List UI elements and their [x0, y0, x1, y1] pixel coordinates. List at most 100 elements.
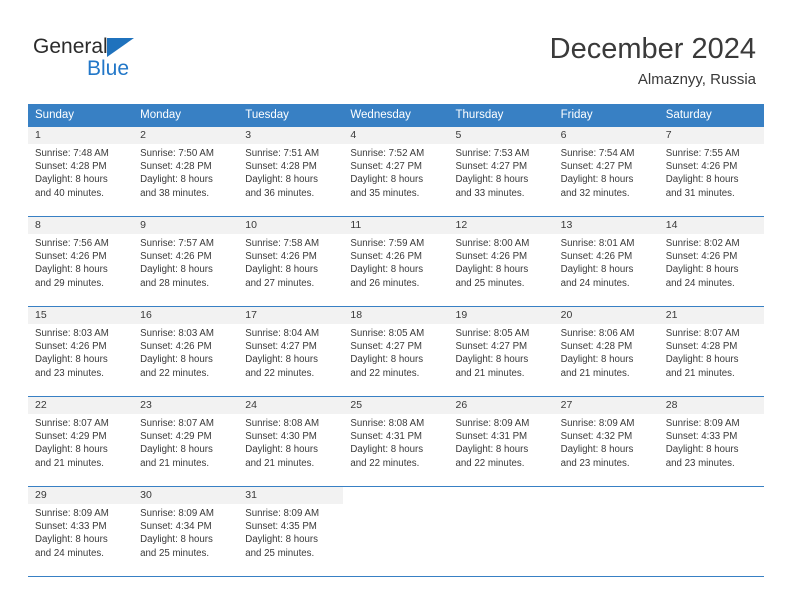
- day-number: [553, 487, 659, 504]
- day-cell[interactable]: 2 Sunrise: 7:50 AM Sunset: 4:28 PM Daylight…: [133, 127, 239, 216]
- day-number: 31: [238, 487, 344, 504]
- daylight-1-text: Daylight: 8 hours: [245, 444, 318, 456]
- day-cell[interactable]: 27 Sunrise: 8:09 AM Sunset: 4:32 PM Dayligh…: [553, 397, 659, 486]
- daylight-1-text: Daylight: 8 hours: [140, 354, 213, 366]
- day-number: 25: [343, 397, 449, 414]
- day-cell[interactable]: 29 Sunrise: 8:09 AM Sunset: 4:33 PM Dayligh…: [28, 487, 134, 576]
- sunset-text: Sunset: 4:26 PM: [560, 251, 633, 263]
- day-cell[interactable]: 12 Sunrise: 8:00 AM Sunset: 4:26 PM Dayligh…: [448, 217, 554, 306]
- week-row: 22 Sunrise: 8:07 AM Sunset: 4:29 PM Dayligh…: [28, 396, 764, 486]
- calendar-grid: Sunday Monday Tuesday Wednesday Thursday Frid…: [28, 104, 764, 577]
- day-number: 21: [658, 307, 764, 324]
- daylight-2-text: and 22 minutes.: [245, 367, 315, 379]
- weekday-header-monday: Monday: [140, 109, 182, 121]
- daylight-2-text: and 24 minutes.: [665, 277, 735, 289]
- day-number: 4: [343, 127, 449, 144]
- day-cell[interactable]: 22 Sunrise: 8:07 AM Sunset: 4:29 PM Dayligh…: [28, 397, 134, 486]
- daylight-2-text: and 22 minutes.: [350, 457, 420, 469]
- day-info: Sunrise: 8:08 AM Sunset: 4:30 PM Daylight:…: [238, 414, 343, 470]
- day-info: Sunrise: 8:05 AM Sunset: 4:27 PM Daylight:…: [449, 324, 554, 380]
- sunset-text: Sunset: 4:27 PM: [560, 161, 633, 173]
- week-row: 15 Sunrise: 8:03 AM Sunset: 4:26 PM Dayligh…: [28, 306, 764, 396]
- day-info: Sunrise: 7:58 AM Sunset: 4:26 PM Daylight:…: [238, 234, 343, 290]
- logo-triangle-icon: [107, 38, 134, 57]
- daylight-2-text: and 36 minutes.: [245, 187, 315, 199]
- day-cell[interactable]: 21 Sunrise: 8:07 AM Sunset: 4:28 PM Dayligh…: [658, 307, 764, 396]
- day-cell[interactable]: 8 Sunrise: 7:56 AM Sunset: 4:26 PM Daylight…: [28, 217, 134, 306]
- daylight-1-text: Daylight: 8 hours: [665, 264, 739, 276]
- sunrise-text: Sunrise: 7:50 AM: [140, 148, 214, 159]
- daylight-1-text: Daylight: 8 hours: [245, 534, 318, 546]
- sunrise-text: Sunrise: 7:59 AM: [350, 238, 425, 249]
- sunrise-text: Sunrise: 8:09 AM: [665, 418, 740, 429]
- daylight-1-text: Daylight: 8 hours: [455, 354, 529, 366]
- daylight-1-text: Daylight: 8 hours: [455, 174, 529, 186]
- daylight-2-text: and 21 minutes.: [560, 367, 630, 379]
- sunset-text: Sunset: 4:26 PM: [350, 251, 422, 263]
- day-cell[interactable]: 7 Sunrise: 7:55 AM Sunset: 4:26 PM Daylight…: [658, 127, 764, 216]
- day-cell[interactable]: 17 Sunrise: 8:04 AM Sunset: 4:27 PM Dayligh…: [238, 307, 344, 396]
- day-cell[interactable]: 9 Sunrise: 7:57 AM Sunset: 4:26 PM Daylight…: [133, 217, 239, 306]
- day-info: Sunrise: 7:48 AM Sunset: 4:28 PM Daylight:…: [28, 144, 133, 200]
- daylight-1-text: Daylight: 8 hours: [245, 264, 318, 276]
- day-cell[interactable]: 10 Sunrise: 7:58 AM Sunset: 4:26 PM Dayligh…: [238, 217, 344, 306]
- day-number: 8: [28, 217, 134, 234]
- day-number: 9: [133, 217, 239, 234]
- sunset-text: Sunset: 4:28 PM: [665, 341, 738, 353]
- day-number: 16: [133, 307, 239, 324]
- day-cell[interactable]: 1 Sunrise: 7:48 AM Sunset: 4:28 PM Daylight…: [28, 127, 134, 216]
- daylight-2-text: and 27 minutes.: [245, 277, 315, 289]
- sunset-text: Sunset: 4:28 PM: [245, 161, 317, 173]
- daylight-2-text: and 24 minutes.: [560, 277, 630, 289]
- sunset-text: Sunset: 4:26 PM: [665, 161, 738, 173]
- sunset-text: Sunset: 4:28 PM: [35, 161, 107, 173]
- day-cell[interactable]: 25 Sunrise: 8:08 AM Sunset: 4:31 PM Dayligh…: [343, 397, 449, 486]
- day-cell[interactable]: 11 Sunrise: 7:59 AM Sunset: 4:26 PM Dayligh…: [343, 217, 449, 306]
- day-cell[interactable]: 28 Sunrise: 8:09 AM Sunset: 4:33 PM Dayligh…: [658, 397, 764, 486]
- generalblue-logo[interactable]: General Blue: [33, 36, 153, 84]
- sunset-text: Sunset: 4:32 PM: [560, 431, 633, 443]
- day-cell[interactable]: 16 Sunrise: 8:03 AM Sunset: 4:26 PM Dayligh…: [133, 307, 239, 396]
- daylight-2-text: and 25 minutes.: [140, 547, 210, 559]
- sunset-text: Sunset: 4:26 PM: [455, 251, 528, 263]
- sunset-text: Sunset: 4:33 PM: [665, 431, 738, 443]
- sunrise-text: Sunrise: 8:08 AM: [350, 418, 425, 429]
- day-cell[interactable]: 4 Sunrise: 7:52 AM Sunset: 4:27 PM Daylight…: [343, 127, 449, 216]
- day-cell[interactable]: 15 Sunrise: 8:03 AM Sunset: 4:26 PM Dayligh…: [28, 307, 134, 396]
- weekday-header-thursday: Thursday: [455, 109, 504, 121]
- day-cell[interactable]: 23 Sunrise: 8:07 AM Sunset: 4:29 PM Dayligh…: [133, 397, 239, 486]
- day-info: Sunrise: 8:09 AM Sunset: 4:33 PM Daylight:…: [659, 414, 764, 470]
- daylight-2-text: and 21 minutes.: [35, 457, 104, 469]
- daylight-2-text: and 40 minutes.: [35, 187, 104, 199]
- daylight-2-text: and 22 minutes.: [455, 457, 525, 469]
- day-cell[interactable]: 3 Sunrise: 7:51 AM Sunset: 4:28 PM Daylight…: [238, 127, 344, 216]
- sunset-text: Sunset: 4:28 PM: [560, 341, 633, 353]
- day-info: Sunrise: 8:02 AM Sunset: 4:26 PM Daylight:…: [659, 234, 764, 290]
- logo-text-general: General: [33, 35, 108, 58]
- day-cell[interactable]: 24 Sunrise: 8:08 AM Sunset: 4:30 PM Dayligh…: [238, 397, 344, 486]
- day-cell[interactable]: 26 Sunrise: 8:09 AM Sunset: 4:31 PM Dayligh…: [448, 397, 554, 486]
- sunset-text: Sunset: 4:27 PM: [455, 161, 528, 173]
- daylight-1-text: Daylight: 8 hours: [665, 174, 739, 186]
- weekday-header-sunday: Sunday: [35, 109, 75, 121]
- daylight-1-text: Daylight: 8 hours: [560, 264, 634, 276]
- day-cell-empty: [343, 487, 449, 576]
- sunrise-text: Sunrise: 8:03 AM: [140, 328, 214, 339]
- day-cell[interactable]: 19 Sunrise: 8:05 AM Sunset: 4:27 PM Dayligh…: [448, 307, 554, 396]
- day-cell-empty: [448, 487, 554, 576]
- day-cell[interactable]: 31 Sunrise: 8:09 AM Sunset: 4:35 PM Dayligh…: [238, 487, 344, 576]
- day-cell[interactable]: 13 Sunrise: 8:01 AM Sunset: 4:26 PM Dayligh…: [553, 217, 659, 306]
- day-cell[interactable]: 18 Sunrise: 8:05 AM Sunset: 4:27 PM Dayligh…: [343, 307, 449, 396]
- daylight-2-text: and 35 minutes.: [350, 187, 420, 199]
- day-cell[interactable]: 30 Sunrise: 8:09 AM Sunset: 4:34 PM Dayligh…: [133, 487, 239, 576]
- daylight-2-text: and 33 minutes.: [455, 187, 525, 199]
- daylight-2-text: and 23 minutes.: [665, 457, 735, 469]
- weekday-header-friday: Friday: [560, 109, 593, 121]
- day-cell[interactable]: 14 Sunrise: 8:02 AM Sunset: 4:26 PM Dayligh…: [658, 217, 764, 306]
- day-cell[interactable]: 5 Sunrise: 7:53 AM Sunset: 4:27 PM Daylight…: [448, 127, 554, 216]
- day-cell[interactable]: 20 Sunrise: 8:06 AM Sunset: 4:28 PM Dayligh…: [553, 307, 659, 396]
- day-cell[interactable]: 6 Sunrise: 7:54 AM Sunset: 4:27 PM Daylight…: [553, 127, 659, 216]
- daylight-1-text: Daylight: 8 hours: [140, 444, 213, 456]
- sunrise-text: Sunrise: 8:09 AM: [455, 418, 530, 429]
- daylight-1-text: Daylight: 8 hours: [35, 534, 108, 546]
